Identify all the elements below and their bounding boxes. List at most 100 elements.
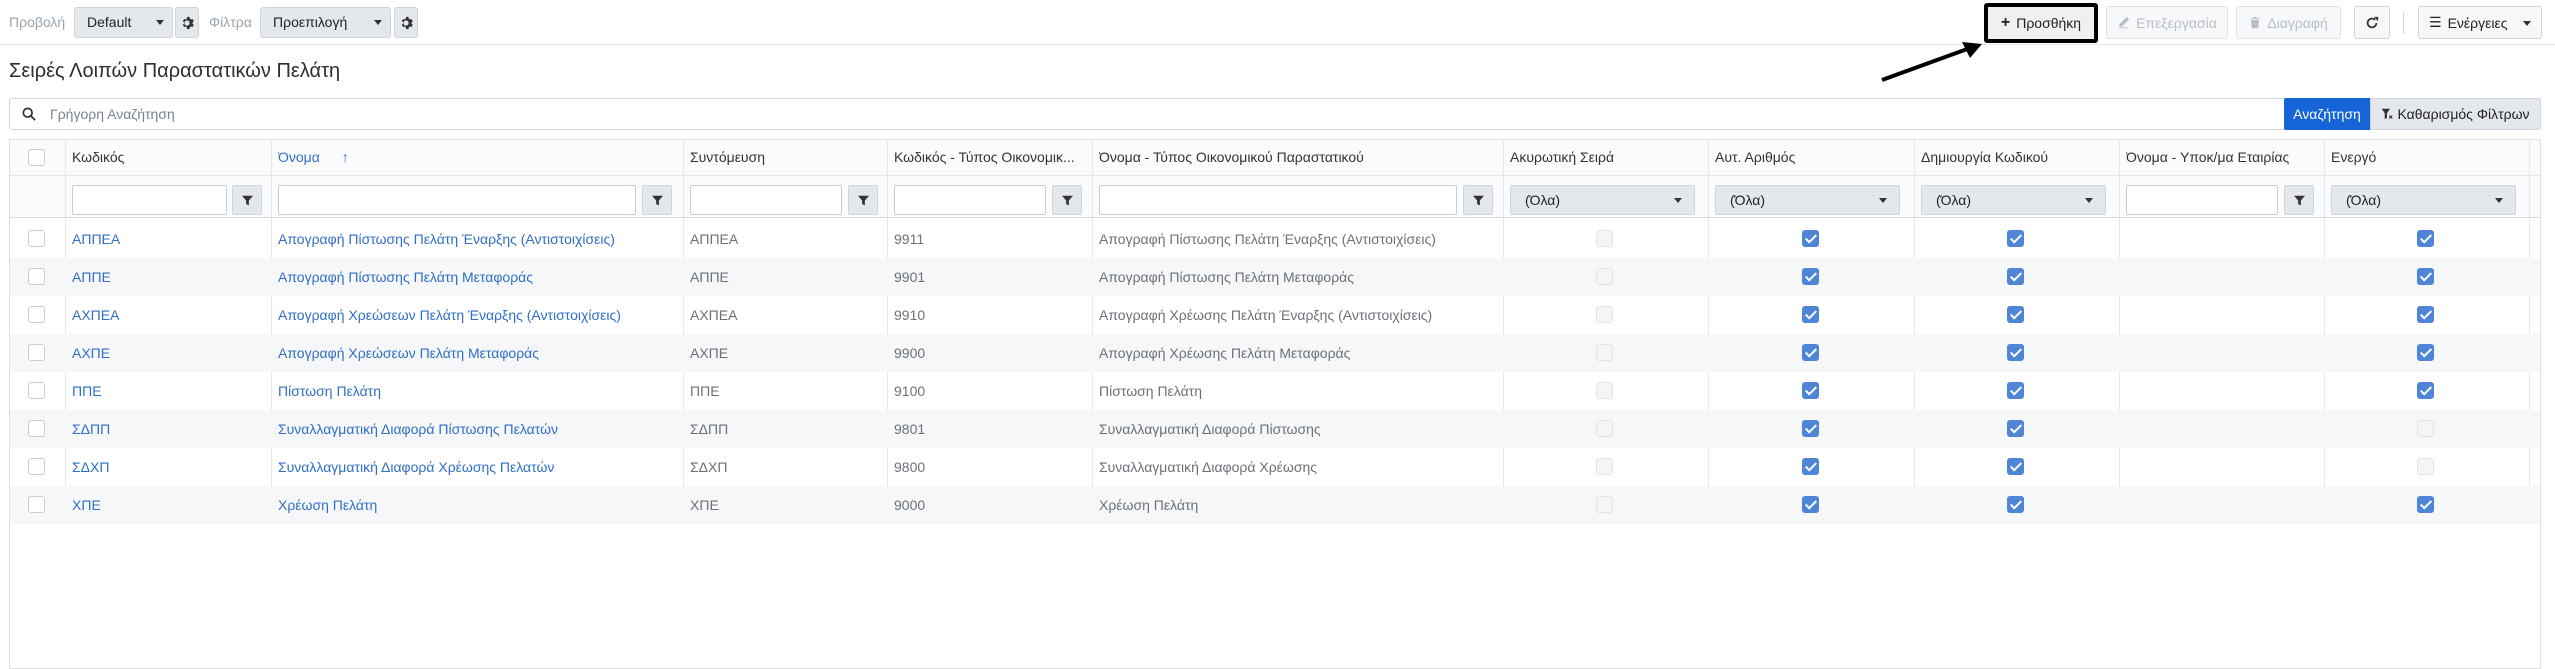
sort-ascending-icon: ↑ [341,149,349,165]
filter-dropdown[interactable]: Προεπιλογή [260,7,391,38]
delete-button[interactable]: Διαγραφή [2236,6,2341,39]
view-dropdown[interactable]: Default [74,7,173,38]
cell-name[interactable]: Πίστωση Πελάτη [278,383,678,399]
quick-search-bar [9,98,2541,130]
cell-name[interactable]: Συναλλαγματική Διαφορά Χρέωσης Πελατών [278,459,678,475]
column-header-short[interactable]: Συντόμευση [690,149,880,165]
code-creation-checkbox [2007,382,2024,399]
filter-input-short[interactable] [690,185,842,215]
filter-button-type-code[interactable] [1052,185,1082,215]
auto-number-checkbox [1802,458,1819,475]
cell-code[interactable]: ΑΠΠΕΑ [72,231,267,247]
column-header-active[interactable]: Ενεργό [2331,149,2521,165]
column-header-name[interactable]: Όνομα ↑ [278,149,578,165]
filter-input-type-code[interactable] [894,185,1046,215]
cell-code[interactable]: ΠΠΕ [72,383,267,399]
table-row[interactable]: ΠΠΕ Πίστωση Πελάτη ΠΠΕ 9100 Πίστωση Πελάτη [10,372,2540,410]
filter-icon [1061,195,1073,205]
filter-input-subsidiary[interactable] [2126,185,2278,215]
filter-select-code-creation[interactable]: (Όλα) [1921,185,2106,215]
cell-name[interactable]: Απογραφή Χρεώσεων Πελάτη Έναρξης (Αντιστ… [278,307,678,323]
cell-type-name: Συναλλαγματική Διαφορά Πίστωσης [1099,421,1321,437]
column-header-type-name[interactable]: Όνομα - Τύπος Οικονομικού Παραστατικού [1099,149,1499,165]
filter-input-name[interactable] [278,185,636,215]
code-creation-checkbox [2007,420,2024,437]
column-header-code-creation[interactable]: Δημιουργία Κωδικού [1921,149,2111,165]
refresh-button[interactable] [2354,6,2390,39]
clear-filters-label: Καθαρισμός Φίλτρων [2397,106,2530,122]
column-header-cancel[interactable]: Ακυρωτική Σειρά [1510,149,1700,165]
add-button[interactable]: + Προσθήκη [1984,3,2098,43]
auto-number-checkbox [1802,268,1819,285]
cell-code[interactable]: ΑΧΠΕΑ [72,307,267,323]
cell-name[interactable]: Απογραφή Πίστωσης Πελάτη Μεταφοράς [278,269,678,285]
trash-icon [2250,16,2261,29]
column-header-subsidiary[interactable]: Όνομα - Υποκ/μα Εταιρίας [2126,149,2316,165]
actions-button[interactable]: ☰ Ενέργειες [2418,6,2542,39]
filter-button-short[interactable] [848,185,878,215]
column-header-type-code[interactable]: Κωδικός - Τύπος Οικονομικ... [894,149,1086,165]
filter-select-cancel[interactable]: (Όλα) [1510,185,1695,215]
row-select-checkbox[interactable] [28,496,45,513]
add-button-label: Προσθήκη [2016,15,2082,31]
cell-short: ΠΠΕ [690,383,720,399]
filter-select-auto-number[interactable]: (Όλα) [1715,185,1900,215]
active-checkbox [2417,344,2434,361]
row-select-checkbox[interactable] [28,344,45,361]
row-select-checkbox[interactable] [28,306,45,323]
table-row[interactable]: ΑΠΠΕΑ Απογραφή Πίστωσης Πελάτη Έναρξης (Α… [10,220,2540,258]
table-row[interactable]: ΧΠΕ Χρέωση Πελάτη ΧΠΕ 9000 Χρέωση Πελάτη [10,486,2540,524]
filter-icon [1472,195,1484,205]
table-row[interactable]: ΣΔΠΠ Συναλλαγματική Διαφορά Πίστωσης Πελα… [10,410,2540,448]
row-select-checkbox[interactable] [28,382,45,399]
select-all-checkbox[interactable] [28,149,45,166]
row-select-checkbox[interactable] [28,458,45,475]
table-row[interactable]: ΑΧΠΕΑ Απογραφή Χρεώσεων Πελάτη Έναρξης (Α… [10,296,2540,334]
cell-type-name: Συναλλαγματική Διαφορά Χρέωσης [1099,459,1318,475]
row-select-checkbox[interactable] [28,230,45,247]
filter-select-active[interactable]: (Όλα) [2331,185,2516,215]
cell-code[interactable]: ΧΠΕ [72,497,267,513]
cell-short: ΣΔΠΠ [690,421,729,437]
active-checkbox [2417,382,2434,399]
filter-input-code[interactable] [72,185,227,215]
quick-search-input[interactable] [50,103,2270,125]
column-header-auto-number[interactable]: Αυτ. Αριθμός [1715,149,1905,165]
cell-code[interactable]: ΣΔΧΠ [72,459,267,475]
cell-code[interactable]: ΣΔΠΠ [72,421,267,437]
chevron-down-icon [1879,198,1887,203]
filter-icon [241,195,253,205]
view-settings-button[interactable] [175,7,199,38]
data-grid: Κωδικός Όνομα ↑ Συντόμευση Κωδικός - Τύπ… [9,139,2541,669]
filter-button-code[interactable] [232,185,262,215]
row-select-checkbox[interactable] [28,420,45,437]
cell-code[interactable]: ΑΠΠΕ [72,269,267,285]
active-checkbox [2417,420,2434,437]
code-creation-checkbox [2007,306,2024,323]
chevron-down-icon [156,20,164,25]
cell-type-code: 9901 [894,269,926,285]
filter-button-subsidiary[interactable] [2284,185,2314,215]
edit-button[interactable]: Επεξεργασία [2106,6,2228,39]
cancel-checkbox [1596,496,1613,513]
cell-name[interactable]: Χρέωση Πελάτη [278,497,678,513]
cell-name[interactable]: Συναλλαγματική Διαφορά Πίστωσης Πελατών [278,421,678,437]
filter-input-type-name[interactable] [1099,185,1457,215]
filter-settings-button[interactable] [394,7,418,38]
table-row[interactable]: ΣΔΧΠ Συναλλαγματική Διαφορά Χρέωσης Πελατ… [10,448,2540,486]
cell-name[interactable]: Απογραφή Χρεώσεων Πελάτη Μεταφοράς [278,345,678,361]
column-header-code[interactable]: Κωδικός [72,149,262,165]
search-button[interactable]: Αναζήτηση [2284,98,2370,130]
filter-icon [2293,195,2305,205]
table-row[interactable]: ΑΧΠΕ Απογραφή Χρεώσεων Πελάτη Μεταφοράς ΑΧ… [10,334,2540,372]
cell-code[interactable]: ΑΧΠΕ [72,345,267,361]
cancel-checkbox [1596,458,1613,475]
cell-type-code: 9910 [894,307,926,323]
filter-button-type-name[interactable] [1463,185,1493,215]
view-dropdown-value: Default [87,14,132,30]
filter-button-name[interactable] [642,185,672,215]
table-row[interactable]: ΑΠΠΕ Απογραφή Πίστωσης Πελάτη Μεταφοράς ΑΠ… [10,258,2540,296]
row-select-checkbox[interactable] [28,268,45,285]
clear-filters-button[interactable]: Καθαρισμός Φίλτρων [2370,98,2541,130]
cell-name[interactable]: Απογραφή Πίστωσης Πελάτη Έναρξης (Αντιστ… [278,231,678,247]
